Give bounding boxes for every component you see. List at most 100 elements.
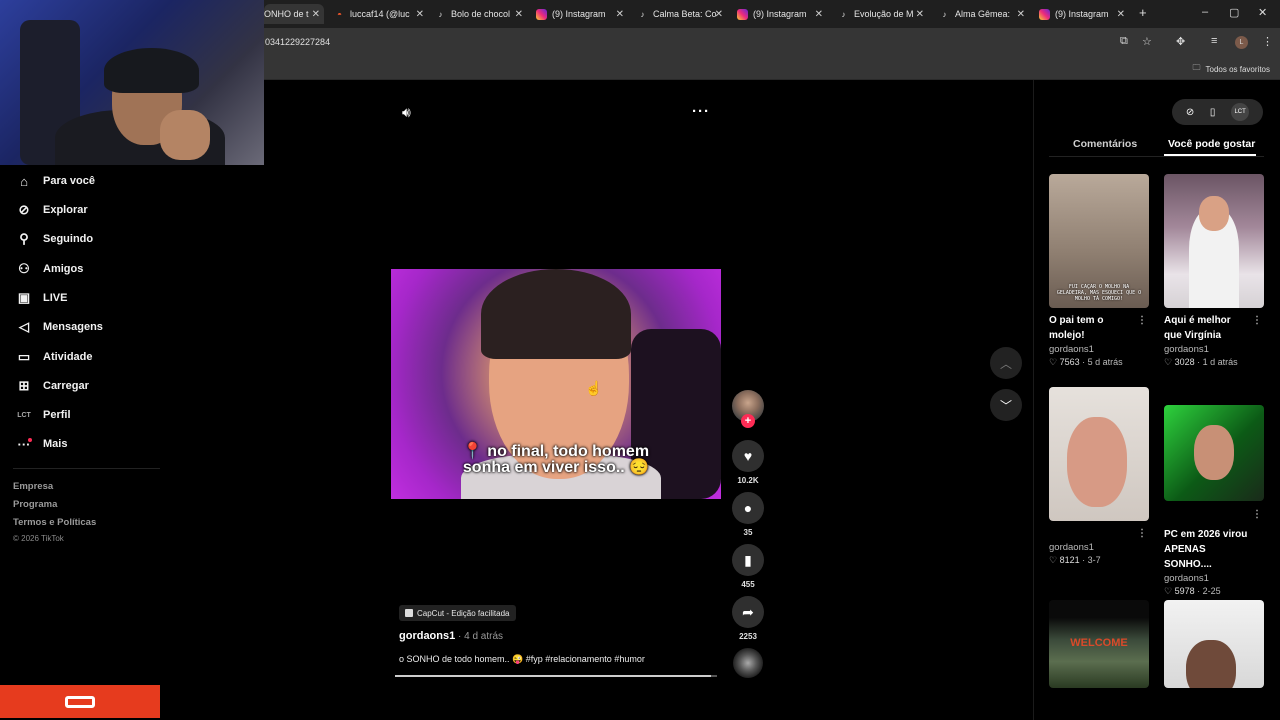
author-name[interactable]: gordaons1 — [399, 630, 455, 642]
video-thumbnail — [1164, 405, 1264, 501]
video-card[interactable]: ⋮ gordaons1 ♡ 8121 · 3-7 — [1049, 387, 1149, 566]
tab-you-may-like[interactable]: Você pode gostar — [1168, 138, 1255, 150]
previous-video-button[interactable]: ︿ — [990, 347, 1022, 379]
close-window-icon[interactable]: ✕ — [1258, 6, 1267, 19]
sidebar-item-activity[interactable]: ▭ Atividade — [16, 347, 93, 367]
next-video-button[interactable]: ﹀ — [990, 389, 1022, 421]
browser-tab[interactable]: (9) Instagram ✕ — [737, 4, 823, 24]
tab-comments[interactable]: Comentários — [1073, 138, 1137, 150]
profile-avatar[interactable]: L — [1235, 36, 1248, 49]
close-tab-icon[interactable]: ✕ — [815, 9, 823, 20]
close-tab-icon[interactable]: ✕ — [715, 9, 723, 20]
card-menu-icon[interactable]: ⋮ — [1252, 313, 1262, 328]
extensions-icon[interactable]: ✥ — [1176, 35, 1185, 48]
music-disc[interactable] — [733, 648, 763, 678]
thumbnail-caption: WELCOME — [1070, 637, 1128, 649]
capcut-badge[interactable]: CapCut - Edição facilitada — [399, 605, 516, 621]
webcam-person-cap — [104, 48, 199, 93]
browser-tab[interactable]: ♪ Bolo de chocol ✕ — [435, 4, 524, 24]
share-button[interactable]: ➦ — [732, 596, 764, 628]
close-tab-icon[interactable]: ✕ — [916, 9, 924, 20]
sidebar-item-following[interactable]: ⚲ Seguindo — [16, 229, 93, 249]
sidebar-item-label: Mensagens — [43, 321, 103, 333]
browser-tab[interactable]: ♪ Evolução de M ✕ — [838, 4, 925, 24]
close-tab-icon[interactable]: ✕ — [1117, 9, 1125, 20]
video-progress-fill — [395, 675, 711, 677]
video-progress-bar[interactable] — [395, 675, 717, 677]
close-tab-icon[interactable]: ✕ — [416, 9, 424, 20]
follow-plus-button[interactable]: + — [741, 414, 755, 428]
footer-link-program[interactable]: Programa — [13, 499, 57, 510]
browser-tab[interactable]: ONHO de t ✕ — [264, 4, 324, 24]
sidebar-item-friends[interactable]: ⚇ Amigos — [16, 259, 83, 279]
sidebar-item-for-you[interactable]: ⌂ Para você — [16, 171, 95, 191]
minimize-icon[interactable]: – — [1202, 6, 1208, 18]
browser-tab[interactable]: ◓ luccaf14 (@luc ✕ — [334, 4, 424, 24]
sidebar-item-messages[interactable]: ◁ Mensagens — [16, 317, 103, 337]
close-tab-icon[interactable]: ✕ — [616, 9, 624, 20]
new-tab-button[interactable]: + — [1139, 5, 1147, 20]
close-tab-icon[interactable]: ✕ — [515, 9, 523, 20]
app-logo-icon — [65, 695, 95, 708]
media-icon[interactable]: ≡ — [1211, 35, 1217, 47]
taskbar-app-banner[interactable] — [0, 685, 160, 718]
card-menu-icon[interactable]: ⋮ — [1137, 526, 1147, 541]
card-menu-icon[interactable]: ⋮ — [1137, 313, 1147, 328]
author-line: gordaons1 · 4 d atrás — [399, 630, 503, 642]
sidebar-item-more[interactable]: ··· Mais — [16, 434, 68, 454]
video-card[interactable]: Aqui é melhor que Virgínia ⋮ gordaons1 ♡ … — [1164, 174, 1264, 368]
cast-icon[interactable]: ⧉ — [1120, 35, 1128, 48]
home-icon: ⌂ — [20, 173, 28, 189]
card-time: 3-7 — [1087, 555, 1101, 565]
browser-tab[interactable]: (9) Instagram ✕ — [536, 4, 624, 24]
url-field[interactable]: 03412292272​84 — [265, 37, 330, 47]
like-button[interactable]: ♥ — [732, 440, 764, 472]
maximize-icon[interactable]: ▢ — [1229, 6, 1239, 19]
close-tab-icon[interactable]: ✕ — [312, 9, 320, 20]
capcut-icon — [405, 609, 413, 617]
sidebar-item-profile[interactable]: LCT Perfil — [16, 405, 70, 425]
video-caption-line2: sonha em viver isso.. 😔 — [462, 459, 650, 476]
card-author[interactable]: gordaons1 — [1164, 573, 1264, 584]
browser-menu-icon[interactable]: ⋮ — [1262, 35, 1273, 48]
live-icon: ▣ — [17, 290, 31, 305]
sidebar-item-label: Carregar — [43, 380, 89, 392]
card-author[interactable]: gordaons1 — [1164, 344, 1264, 355]
footer-link-terms[interactable]: Termos e Políticas — [13, 517, 96, 528]
compass-icon[interactable]: ⊘ — [1186, 107, 1194, 118]
phone-icon[interactable]: ▯ — [1210, 107, 1216, 118]
browser-tab[interactable]: ♪ Alma Gêmea: ✕ — [939, 4, 1026, 24]
card-author[interactable]: gordaons1 — [1049, 542, 1149, 553]
profile-icon: LCT — [17, 411, 31, 419]
upload-icon: ⊞ — [18, 378, 30, 393]
more-options-icon[interactable]: ··· — [692, 103, 710, 120]
webcam-overlay — [0, 0, 264, 165]
sidebar-item-live[interactable]: ▣ LIVE — [16, 288, 68, 308]
sidebar-item-label: Explorar — [43, 204, 88, 216]
save-button[interactable]: ▮ — [732, 544, 764, 576]
video-card[interactable]: PC em 2026 virou APENAS SONHO.... ⋮ gorda… — [1164, 405, 1264, 597]
video-card[interactable]: WELCOME — [1049, 600, 1149, 688]
card-menu-icon[interactable]: ⋮ — [1252, 507, 1262, 522]
sidebar-item-explore[interactable]: ⊘ Explorar — [16, 200, 88, 220]
comment-button[interactable]: ● — [732, 492, 764, 524]
close-tab-icon[interactable]: ✕ — [1017, 9, 1025, 20]
browser-tab[interactable]: ♪ Calma Beta: Co ✕ — [637, 4, 724, 24]
video-card[interactable] — [1164, 600, 1264, 688]
video-card[interactable]: FUI CAÇAR O MOLHO NA GELADEIRA, MAS ESQU… — [1049, 174, 1149, 368]
notification-dot — [28, 438, 32, 442]
video-thumbnail: WELCOME — [1049, 600, 1149, 688]
card-likes: 5978 — [1174, 586, 1195, 596]
footer-link-company[interactable]: Empresa — [13, 481, 53, 492]
volume-icon[interactable]: 🔊︎ — [402, 104, 411, 121]
video-player[interactable]: 📍 no final, todo homem sonha em viver is… — [391, 269, 721, 499]
sidebar-item-label: Mais — [43, 438, 68, 450]
sidebar-divider — [13, 468, 160, 469]
sidebar-item-upload[interactable]: ⊞ Carregar — [16, 376, 89, 396]
all-bookmarks-button[interactable]: 🗀 Todos os favoritos — [1193, 62, 1270, 76]
user-avatar[interactable]: LCT — [1231, 103, 1250, 121]
browser-tab[interactable]: (9) Instagram ✕ — [1039, 4, 1125, 24]
star-icon[interactable]: ☆ — [1142, 35, 1152, 48]
webcam-person-hand — [160, 110, 210, 160]
card-author[interactable]: gordaons1 — [1049, 344, 1149, 355]
